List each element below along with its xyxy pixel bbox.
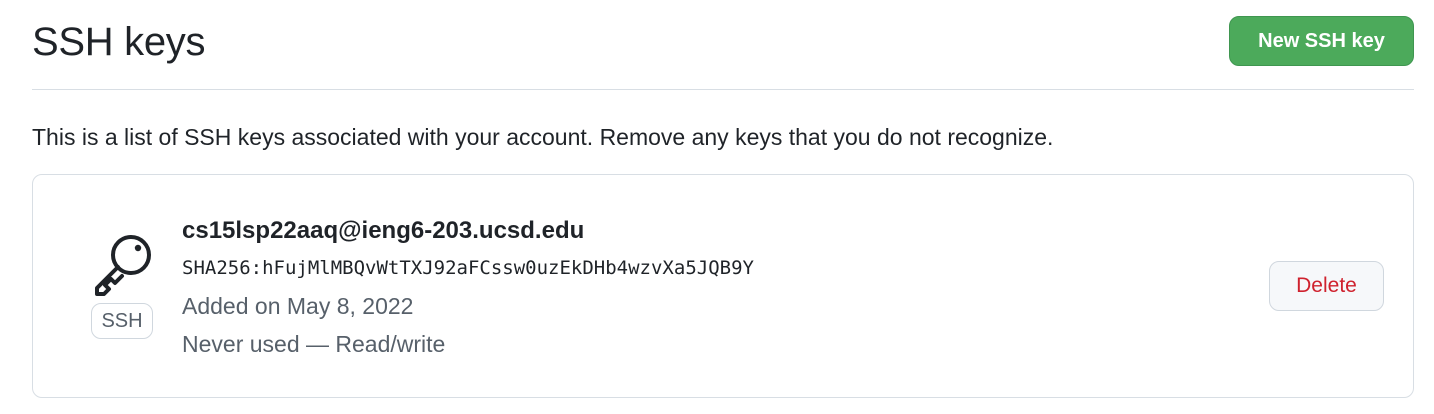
delete-key-button[interactable]: Delete bbox=[1269, 261, 1384, 311]
key-usage-status: Never used — Read/write bbox=[182, 331, 446, 357]
key-icon bbox=[95, 235, 151, 296]
key-details: cs15lsp22aaq@ieng6-203.ucsd.edu SHA256:h… bbox=[182, 213, 754, 363]
key-type-badge: SSH bbox=[91, 303, 153, 339]
key-added-date: Added on May 8, 2022 bbox=[182, 293, 414, 319]
new-ssh-key-button[interactable]: New SSH key bbox=[1229, 16, 1414, 66]
page-description: This is a list of SSH keys associated wi… bbox=[32, 124, 1054, 150]
ssh-key-card: SSH cs15lsp22aaq@ieng6-203.ucsd.edu SHA2… bbox=[32, 174, 1414, 398]
key-fingerprint: SHA256:hFujMlMBQvWtTXJ92aFCssw0uzEkDHb4w… bbox=[182, 257, 754, 279]
key-title: cs15lsp22aaq@ieng6-203.ucsd.edu bbox=[182, 217, 585, 244]
page-header: SSH keys New SSH key bbox=[32, 0, 1414, 90]
page-title: SSH keys bbox=[32, 20, 206, 64]
ssh-keys-page: SSH keys New SSH key This is a list of S… bbox=[0, 0, 1434, 414]
